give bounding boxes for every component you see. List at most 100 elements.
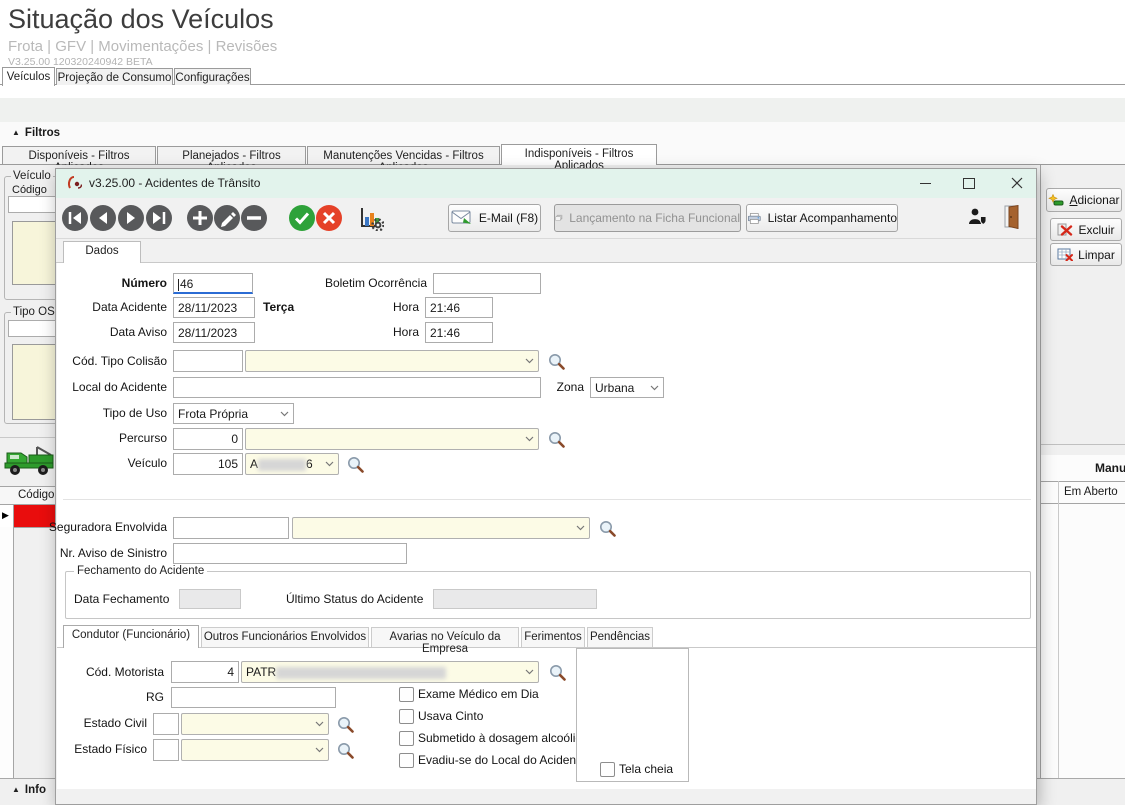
cancel-button[interactable] — [316, 205, 342, 231]
percurso-search-button[interactable] — [548, 431, 565, 448]
veiculo-code-value: 105 — [218, 457, 238, 471]
tela-cheia-checkbox[interactable] — [600, 762, 615, 777]
percurso-combo[interactable] — [245, 428, 539, 450]
excluir-button[interactable]: Excluir — [1050, 218, 1122, 241]
local-acidente-input[interactable] — [173, 377, 541, 398]
tab-planejados[interactable]: Planejados - Filtros Aplicados — [157, 146, 306, 164]
veiculo-search-button[interactable] — [347, 456, 364, 473]
dosagem-alcoolica-checkbox[interactable] — [399, 731, 414, 746]
seguradora-code-input[interactable] — [173, 517, 289, 539]
tab-outros-funcionarios[interactable]: Outros Funcionários Envolvidos — [201, 627, 369, 647]
search-icon — [548, 353, 565, 370]
tab-projecao-de-consumo[interactable]: Projeção de Consumo — [56, 68, 173, 85]
numero-input[interactable]: 46 — [173, 273, 253, 294]
printer-icon — [747, 210, 762, 227]
motorista-code-input[interactable]: 4 — [171, 661, 239, 683]
tow-truck-icon — [3, 441, 57, 482]
zona-select[interactable]: Urbana — [590, 377, 664, 398]
adicionar-button[interactable]: Adicionar — [1046, 188, 1122, 212]
tipo-colisao-code-input[interactable] — [173, 350, 243, 372]
sinistro-input[interactable] — [173, 543, 407, 564]
estado-fisico-label: Estado Físico — [74, 742, 147, 756]
sinistro-label: Nr. Aviso de Sinistro — [60, 546, 167, 560]
delete-record-button[interactable] — [241, 205, 267, 231]
limpar-button[interactable]: Limpar — [1050, 243, 1122, 266]
limpar-label: Limpar — [1078, 248, 1115, 262]
first-record-button[interactable] — [62, 205, 88, 231]
estado-civil-combo[interactable] — [181, 713, 329, 735]
rg-input[interactable] — [171, 687, 336, 708]
chart-button[interactable] — [358, 205, 384, 236]
edit-record-button[interactable] — [214, 205, 240, 231]
user-shield-button[interactable] — [968, 208, 987, 230]
tab-disponiveis[interactable]: Disponíveis - Filtros Aplicados — [2, 146, 156, 164]
tab-configuracoes[interactable]: Configurações — [174, 68, 251, 85]
tipo-uso-value: Frota Própria — [178, 407, 248, 421]
next-record-button[interactable] — [118, 205, 144, 231]
tab-ferimentos[interactable]: Ferimentos — [521, 627, 585, 647]
tab-veiculos[interactable]: Veículos — [2, 67, 55, 86]
chevron-down-icon — [576, 525, 585, 531]
lancamento-ficha-label: Lançamento na Ficha Funcional — [569, 211, 740, 225]
data-aviso-input[interactable]: 28/11/2023 — [173, 322, 255, 343]
groupbox-veiculo-legend: Veículo — [11, 170, 53, 182]
groupbox-tipo-os-legend: Tipo OS — [11, 306, 57, 318]
tab-indisponiveis[interactable]: Indisponíveis - Filtros Aplicados — [501, 144, 657, 165]
estado-civil-code-input[interactable] — [153, 713, 179, 735]
estado-fisico-code-input[interactable] — [153, 739, 179, 761]
tipo-uso-select[interactable]: Frota Própria — [173, 403, 294, 424]
exit-door-button[interactable] — [1004, 205, 1021, 234]
minus-icon — [241, 205, 267, 231]
subtab-strip-line — [57, 647, 1036, 648]
tab-avarias[interactable]: Avarias no Veículo da Empresa — [371, 627, 519, 647]
last-record-icon — [146, 205, 172, 231]
seguradora-label: Seguradora Envolvida — [49, 520, 167, 534]
percurso-code-input[interactable]: 0 — [173, 428, 243, 450]
email-button[interactable]: E-Mail (F8) — [448, 204, 541, 232]
tab-condutor[interactable]: Condutor (Funcionário) — [63, 625, 199, 648]
close-icon — [1011, 177, 1023, 189]
exame-medico-label: Exame Médico em Dia — [418, 687, 539, 701]
acidentes-dialog: v3.25.00 - Acidentes de Trânsito — [55, 168, 1037, 805]
tab-pendencias[interactable]: Pendências — [587, 627, 653, 647]
dialog-title: v3.25.00 - Acidentes de Trânsito — [89, 176, 260, 190]
usava-cinto-checkbox[interactable] — [399, 709, 414, 724]
tab-manutencoes-vencidas[interactable]: Manutenções Vencidas - Filtros Aplicados — [307, 146, 500, 164]
info-collapse-header[interactable]: ▲Info — [12, 784, 46, 796]
seguradora-combo[interactable] — [292, 517, 590, 539]
veiculo-code-input[interactable]: 105 — [173, 453, 243, 475]
pencil-icon — [214, 205, 240, 231]
previous-record-button[interactable] — [90, 205, 116, 231]
tipo-colisao-combo[interactable] — [245, 350, 539, 372]
listar-acompanhamento-button[interactable]: Listar Acompanhamento — [746, 204, 898, 232]
hora-acidente-input[interactable]: 21:46 — [425, 297, 493, 318]
close-button[interactable] — [1000, 169, 1034, 197]
exame-medico-checkbox[interactable] — [399, 687, 414, 702]
estado-fisico-combo[interactable] — [181, 739, 329, 761]
filters-collapse-header[interactable]: ▲Filtros — [12, 127, 60, 139]
minimize-button[interactable] — [908, 169, 942, 197]
maximize-button[interactable] — [952, 169, 986, 197]
chevron-down-icon — [315, 721, 324, 727]
tab-dados[interactable]: Dados — [63, 241, 141, 263]
boletim-label: Boletim Ocorrência — [325, 276, 427, 290]
estado-fisico-search-button[interactable] — [337, 742, 354, 759]
boletim-input[interactable] — [433, 273, 541, 294]
seguradora-search-button[interactable] — [599, 520, 616, 537]
motorista-search-button[interactable] — [549, 664, 566, 681]
search-icon — [549, 664, 566, 681]
estado-civil-search-button[interactable] — [337, 716, 354, 733]
fechamento-legend: Fechamento do Acidente — [74, 565, 207, 577]
evadiu-se-checkbox[interactable] — [399, 753, 414, 768]
dialog-titlebar[interactable]: v3.25.00 - Acidentes de Trânsito — [56, 169, 1036, 198]
last-record-button[interactable] — [146, 205, 172, 231]
data-acidente-input[interactable]: 28/11/2023 — [173, 297, 255, 318]
check-icon — [289, 205, 315, 231]
confirm-button[interactable] — [289, 205, 315, 231]
tipo-colisao-search-button[interactable] — [548, 353, 565, 370]
veiculo-combo[interactable]: A6 — [245, 453, 339, 475]
hora-aviso-input[interactable]: 21:46 — [425, 322, 493, 343]
breadcrumb: Frota | GFV | Movimentações | Revisões — [8, 38, 277, 55]
add-record-button[interactable] — [187, 205, 213, 231]
motorista-combo[interactable]: PATR — [241, 661, 539, 683]
